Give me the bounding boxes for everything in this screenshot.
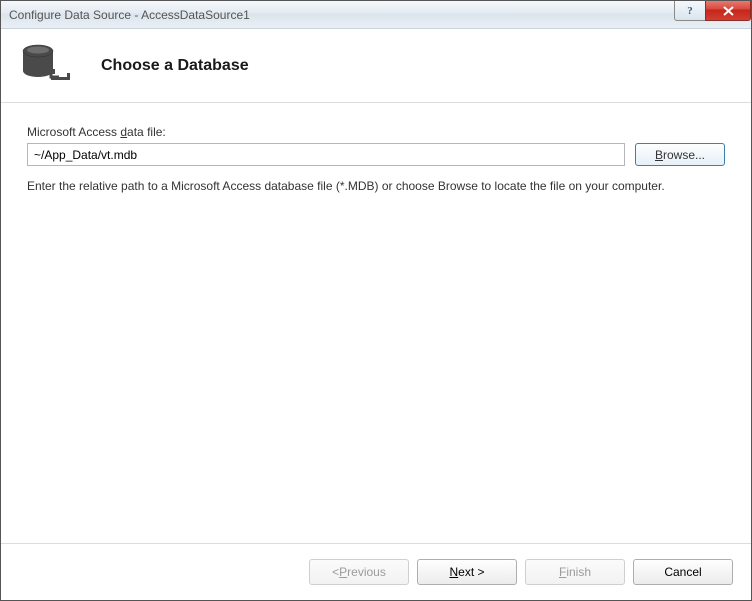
window-title: Configure Data Source - AccessDataSource… bbox=[9, 8, 675, 22]
wizard-footer: < Previous Next > Finish Cancel bbox=[1, 544, 751, 600]
help-text: Enter the relative path to a Microsoft A… bbox=[27, 178, 667, 194]
close-button[interactable] bbox=[705, 1, 751, 21]
cancel-button[interactable]: Cancel bbox=[633, 559, 733, 585]
previous-button: < Previous bbox=[309, 559, 409, 585]
input-row: Browse... bbox=[27, 143, 725, 166]
window-controls: ? bbox=[675, 1, 751, 28]
database-icon bbox=[21, 43, 71, 89]
dialog-window: Configure Data Source - AccessDataSource… bbox=[0, 0, 752, 601]
help-button[interactable]: ? bbox=[674, 1, 706, 21]
finish-button: Finish bbox=[525, 559, 625, 585]
page-title: Choose a Database bbox=[101, 57, 249, 75]
browse-button[interactable]: Browse... bbox=[635, 143, 725, 166]
next-button[interactable]: Next > bbox=[417, 559, 517, 585]
data-file-input[interactable] bbox=[27, 143, 625, 166]
close-icon bbox=[723, 6, 734, 16]
wizard-header: Choose a Database bbox=[1, 29, 751, 103]
data-file-label: Microsoft Access data file: bbox=[27, 125, 725, 139]
wizard-body: Microsoft Access data file: Browse... En… bbox=[1, 103, 751, 543]
titlebar[interactable]: Configure Data Source - AccessDataSource… bbox=[1, 1, 751, 29]
